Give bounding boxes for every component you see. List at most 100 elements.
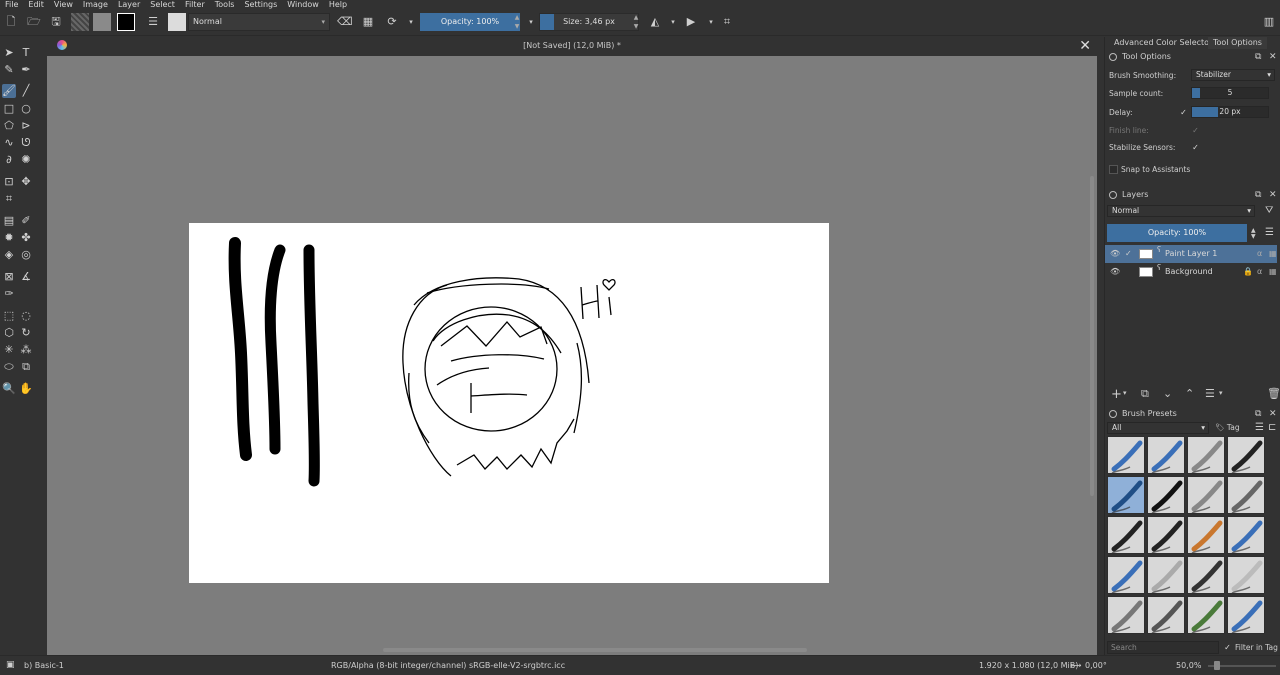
panel-lock-icon[interactable] bbox=[1109, 53, 1117, 61]
stabilize-sensors-checkbox[interactable]: ✓ bbox=[1191, 143, 1200, 152]
menu-settings[interactable]: Settings bbox=[239, 0, 282, 10]
colorize-mask-icon[interactable]: ✹ bbox=[2, 231, 16, 245]
menu-edit[interactable]: Edit bbox=[23, 0, 49, 10]
workspace-chooser-icon[interactable]: ▥ bbox=[1262, 15, 1276, 29]
brush-preset-item[interactable] bbox=[1187, 436, 1225, 474]
polygon-select-icon[interactable]: ⬡ bbox=[2, 326, 16, 340]
similar-select-icon[interactable]: ⁂ bbox=[19, 343, 33, 357]
crop-tool-icon[interactable]: ⌗ bbox=[2, 192, 16, 206]
move-tool-icon[interactable]: ✥ bbox=[19, 175, 33, 189]
move-layer-up-icon[interactable]: ⌃ bbox=[1185, 387, 1194, 400]
size-spin-icon[interactable]: ▲ ▼ bbox=[632, 13, 640, 31]
ellipse-tool-icon[interactable]: ○ bbox=[19, 102, 33, 116]
tab-tool-options[interactable]: Tool Options bbox=[1208, 37, 1267, 49]
bezier-tool-icon[interactable]: ∿ bbox=[2, 136, 16, 150]
new-document-icon[interactable]: 🗋 bbox=[4, 15, 18, 29]
calligraphy-icon[interactable]: ✒ bbox=[19, 63, 33, 77]
drawing-canvas[interactable] bbox=[189, 223, 829, 583]
add-layer-icon[interactable]: + bbox=[1111, 387, 1122, 402]
float-panel-icon[interactable]: ⧉ bbox=[1255, 189, 1261, 201]
reload-preset-icon[interactable]: ⟳ bbox=[385, 15, 399, 29]
brush-preset-item[interactable] bbox=[1187, 476, 1225, 514]
brush-preset-item[interactable] bbox=[1147, 596, 1185, 634]
pan-tool-icon[interactable]: ✋ bbox=[19, 382, 33, 396]
inherit-alpha-icon[interactable]: ▦ bbox=[1269, 263, 1277, 281]
menu-window[interactable]: Window bbox=[282, 0, 324, 10]
mirror-horizontal-icon[interactable]: ◭ bbox=[648, 15, 662, 29]
rectangle-tool-icon[interactable]: □ bbox=[2, 102, 16, 116]
brush-preset-item[interactable] bbox=[1107, 556, 1145, 594]
eraser-icon[interactable]: ⌫ bbox=[337, 15, 353, 29]
freehand-brush-icon[interactable]: 🖌 bbox=[2, 84, 16, 98]
import-preset-icon[interactable]: ⊏ bbox=[1268, 422, 1276, 433]
brush-preset-item[interactable] bbox=[1147, 436, 1185, 474]
layer-row[interactable]: 👁 ʕ Background 🔒 α ▦ bbox=[1105, 263, 1277, 281]
color-picker-icon[interactable]: ✐ bbox=[19, 214, 33, 228]
magnetic-select-icon[interactable]: ⧉ bbox=[19, 360, 33, 374]
open-document-icon[interactable]: 🗁 bbox=[27, 15, 41, 29]
rect-select-icon[interactable]: ⬚ bbox=[2, 309, 16, 323]
snap-to-assistants-checkbox[interactable] bbox=[1109, 165, 1118, 174]
duplicate-layer-icon[interactable]: ⧉ bbox=[1141, 387, 1149, 401]
brush-preset-item[interactable] bbox=[1147, 516, 1185, 554]
brush-smoothing-select[interactable]: Stabilizer ▾ bbox=[1191, 69, 1275, 81]
multibrush-icon[interactable]: ✺ bbox=[19, 153, 33, 167]
float-panel-icon[interactable]: ⧉ bbox=[1255, 51, 1261, 63]
polygon-tool-icon[interactable]: ⬠ bbox=[2, 119, 16, 133]
chevron-down-icon[interactable]: ▾ bbox=[404, 15, 418, 29]
filter-icon[interactable]: ⛛ bbox=[1265, 205, 1273, 216]
edit-shapes-icon[interactable]: ✎ bbox=[2, 63, 16, 77]
brush-preset-button[interactable] bbox=[168, 13, 186, 31]
polyline-tool-icon[interactable]: ⊳ bbox=[19, 119, 33, 133]
menu-filter[interactable]: Filter bbox=[180, 0, 210, 10]
brush-preset-item[interactable] bbox=[1147, 556, 1185, 594]
transform-tool-icon[interactable]: ⊡ bbox=[2, 175, 16, 189]
brush-search-input[interactable]: Search bbox=[1107, 641, 1219, 654]
brush-preset-item[interactable] bbox=[1147, 476, 1185, 514]
tab-advanced-color-selector[interactable]: Advanced Color Selector bbox=[1109, 37, 1217, 49]
finish-line-checkbox[interactable]: ✓ bbox=[1191, 126, 1200, 135]
brush-preset-item[interactable] bbox=[1107, 436, 1145, 474]
brush-preset-item[interactable] bbox=[1227, 476, 1265, 514]
close-panel-icon[interactable]: ✕ bbox=[1269, 408, 1277, 420]
brush-settings-icon[interactable]: ☰ bbox=[146, 15, 160, 29]
opacity-slider[interactable]: Opacity: 100% bbox=[420, 13, 520, 31]
brush-preset-item[interactable] bbox=[1107, 596, 1145, 634]
ellipse-select-icon[interactable]: ◌ bbox=[19, 309, 33, 323]
lock-icon[interactable]: 🔒 bbox=[1243, 263, 1253, 281]
menu-layer[interactable]: Layer bbox=[113, 0, 145, 10]
brush-preset-item[interactable] bbox=[1107, 516, 1145, 554]
close-icon[interactable]: ✕ bbox=[1079, 38, 1091, 54]
brush-preset-filter-select[interactable]: All ▾ bbox=[1107, 422, 1209, 434]
delay-checkbox[interactable]: ✓ bbox=[1179, 108, 1188, 117]
layer-opacity-slider[interactable]: Opacity: 100% bbox=[1107, 224, 1247, 242]
brush-preset-item[interactable] bbox=[1227, 436, 1265, 474]
layer-menu-icon[interactable]: ☰ bbox=[1265, 227, 1274, 238]
brush-preset-item[interactable] bbox=[1187, 556, 1225, 594]
brush-preset-item[interactable] bbox=[1187, 596, 1225, 634]
sample-count-field[interactable]: 5 bbox=[1191, 87, 1269, 99]
layer-checkbox[interactable]: ✓ bbox=[1125, 245, 1132, 263]
blend-mode-select[interactable]: Normal ▾ bbox=[188, 13, 330, 31]
menu-image[interactable]: Image bbox=[78, 0, 113, 10]
brush-preset-item[interactable] bbox=[1107, 476, 1145, 514]
close-panel-icon[interactable]: ✕ bbox=[1269, 189, 1277, 201]
move-layer-down-icon[interactable]: ⌄ bbox=[1163, 387, 1172, 400]
mirror-vertical-icon[interactable]: ▶ bbox=[684, 15, 698, 29]
alpha-lock-icon[interactable]: α bbox=[1257, 263, 1262, 281]
assistant-tool-icon[interactable]: ⊠ bbox=[2, 270, 16, 284]
preserve-alpha-icon[interactable]: ▦ bbox=[361, 15, 375, 29]
bezier-select-icon[interactable]: ⬭ bbox=[2, 360, 16, 374]
layer-properties-icon[interactable]: ☰ bbox=[1205, 387, 1215, 400]
size-slider[interactable]: Size: 3,46 px bbox=[539, 13, 639, 31]
select-shapes-icon[interactable]: ➤ bbox=[2, 46, 16, 60]
vertical-scroll-thumb[interactable] bbox=[1090, 176, 1094, 496]
zoom-tool-icon[interactable]: 🔍 bbox=[2, 382, 16, 396]
close-panel-icon[interactable]: ✕ bbox=[1269, 51, 1277, 63]
float-panel-icon[interactable]: ⧉ bbox=[1255, 408, 1261, 420]
dynamic-brush-icon[interactable]: ∂ bbox=[2, 153, 16, 167]
menu-file[interactable]: File bbox=[0, 0, 23, 10]
zoom-slider-handle[interactable] bbox=[1214, 661, 1220, 670]
reference-images-icon[interactable]: ✑ bbox=[2, 287, 16, 301]
brush-preset-item[interactable] bbox=[1227, 556, 1265, 594]
